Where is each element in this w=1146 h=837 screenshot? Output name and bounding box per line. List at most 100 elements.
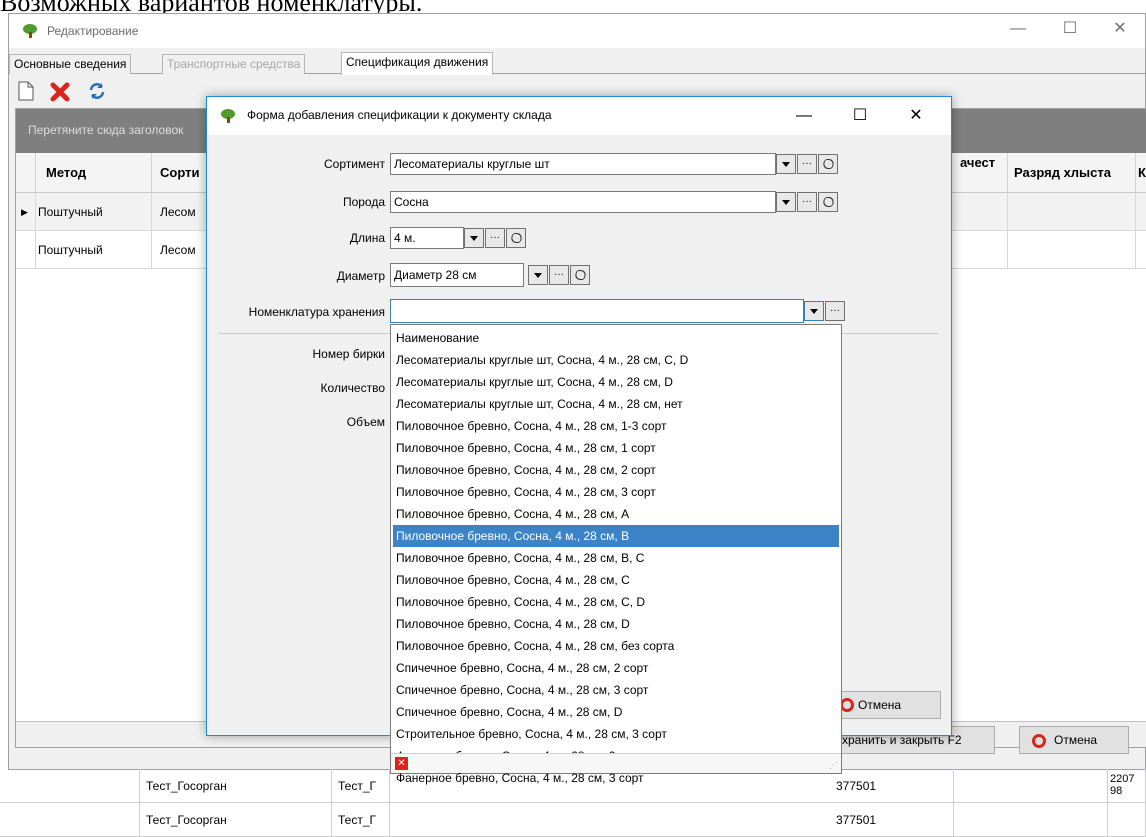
cancel-icon	[1032, 733, 1046, 748]
maximize-icon[interactable]: ☐	[837, 101, 883, 131]
eraser-icon[interactable]	[818, 192, 838, 212]
outer-title-bar: Редактирование — ☐ ✕	[9, 14, 1145, 48]
toolbar	[9, 77, 209, 107]
refresh-icon[interactable]	[87, 81, 109, 103]
dropdown-item[interactable]: Пиловочное бревно, Сосна, 4 м., 28 см, C	[393, 569, 839, 591]
column-header-trunk-grade[interactable]: Разряд хлыста	[1008, 153, 1136, 193]
bg-cell	[954, 803, 1108, 837]
tab-bar: Основные сведения Транспортные средства …	[9, 52, 1145, 75]
dialog-cancel-button[interactable]: Отмена	[825, 691, 941, 719]
chevron-down-icon[interactable]	[528, 265, 548, 285]
resize-grip-icon[interactable]: ⋰	[829, 760, 838, 771]
dropdown-item[interactable]: Пиловочное бревно, Сосна, 4 м., 28 см, B…	[393, 547, 839, 569]
tree-icon	[221, 109, 235, 123]
dropdown-item[interactable]: Лесоматериалы круглые шт, Сосна, 4 м., 2…	[393, 371, 839, 393]
dropdown-item[interactable]: Пиловочное бревно, Сосна, 4 м., 28 см, 3…	[393, 481, 839, 503]
cell-quality	[960, 193, 1008, 231]
bg-cell	[954, 769, 1108, 803]
sortiment-select[interactable]: Лесоматериалы круглые шт	[390, 153, 776, 175]
cell-method: Поштучный	[36, 231, 152, 269]
row-indicator	[16, 231, 36, 269]
nomenklatura-label: Номенклатура хранения	[248, 305, 385, 319]
eraser-icon[interactable]	[818, 154, 838, 174]
bg-cell	[1108, 803, 1146, 837]
cell-trunk-grade	[1008, 193, 1136, 231]
bg-cell-number: 377501	[830, 803, 954, 837]
diametr-select[interactable]: Диаметр 28 см	[390, 263, 524, 287]
close-icon[interactable]: ✕	[1097, 14, 1143, 44]
dialog-title-bar: Форма добавления спецификации к документ…	[207, 97, 951, 135]
background-row: Тест_Госорган Тест_Г 377501	[0, 803, 1146, 837]
minimize-icon[interactable]: —	[995, 14, 1041, 44]
dropdown-item[interactable]: Строительное бревно, Сосна, 4 м., 28 см,…	[393, 723, 839, 745]
bg-cell-number: 377501	[830, 769, 954, 803]
tab-vehicles[interactable]: Транспортные средства	[162, 54, 306, 74]
tree-icon	[23, 24, 37, 38]
new-document-icon[interactable]	[17, 81, 39, 103]
dropdown-item[interactable]: Пиловочное бревно, Сосна, 4 м., 28 см, б…	[393, 635, 839, 657]
maximize-icon[interactable]: ☐	[1047, 14, 1093, 44]
poroda-select[interactable]: Сосна	[390, 191, 776, 213]
dropdown-item[interactable]: Пиловочное бревно, Сосна, 4 м., 28 см, A	[393, 503, 839, 525]
nomenklatura-select[interactable]	[390, 299, 804, 323]
dropdown-item[interactable]: Пиловочное бревно, Сосна, 4 м., 28 см, 1…	[393, 415, 839, 437]
cancel-button[interactable]: Отмена	[1019, 726, 1129, 754]
bg-cell	[0, 803, 140, 837]
dropdown-item[interactable]: Спичечное бревно, Сосна, 4 м., 28 см, D	[393, 701, 839, 723]
dropdown-item[interactable]: Пиловочное бревно, Сосна, 4 м., 28 см, 1…	[393, 437, 839, 459]
dropdown-footer: ✕ ⋰	[391, 753, 841, 773]
nomer-birki-label: Номер бирки	[312, 347, 385, 361]
bg-cell-code: 2207 98	[1108, 769, 1146, 803]
dlina-select[interactable]: 4 м.	[390, 227, 464, 249]
chevron-down-icon[interactable]	[776, 154, 796, 174]
eraser-icon[interactable]	[506, 228, 526, 248]
tab-movement-spec[interactable]: Спецификация движения	[341, 52, 494, 75]
nomenklatura-dropdown: Наименование Лесоматериалы круглые шт, С…	[390, 324, 842, 785]
diametr-label: Диаметр	[336, 269, 385, 283]
bg-cell-test: Тест_Г	[332, 803, 390, 837]
column-header-method[interactable]: Метод	[36, 153, 152, 193]
eraser-icon[interactable]	[570, 265, 590, 285]
dropdown-item[interactable]: Спичечное бревно, Сосна, 4 м., 28 см, 2 …	[393, 657, 839, 679]
minimize-icon[interactable]: —	[781, 101, 827, 131]
tab-main-info[interactable]: Основные сведения	[9, 54, 132, 74]
column-header-quality[interactable]: ачест	[960, 153, 1008, 193]
chevron-down-icon[interactable]	[464, 228, 484, 248]
ellipsis-icon[interactable]: ···	[485, 228, 505, 248]
cancel-label: Отмена	[1054, 733, 1098, 747]
kolichestvo-label: Количество	[320, 381, 385, 395]
chevron-down-icon[interactable]	[804, 301, 824, 321]
ellipsis-icon[interactable]: ···	[825, 301, 845, 321]
dropdown-item[interactable]: Лесоматериалы круглые шт, Сосна, 4 м., 2…	[393, 393, 839, 415]
ellipsis-icon[interactable]: ···	[797, 192, 817, 212]
sortiment-label: Сортимент	[324, 157, 385, 171]
ellipsis-icon[interactable]: ···	[797, 154, 817, 174]
dlina-label: Длина	[349, 231, 385, 245]
dialog-title: Форма добавления спецификации к документ…	[247, 108, 552, 122]
outer-window-title: Редактирование	[47, 24, 139, 38]
ellipsis-icon[interactable]: ···	[549, 265, 569, 285]
cell-method: Поштучный	[36, 193, 152, 231]
dropdown-item[interactable]: Лесоматериалы круглые шт, Сосна, 4 м., 2…	[393, 349, 839, 371]
delete-icon[interactable]	[49, 81, 71, 103]
dialog-cancel-label: Отмена	[858, 698, 902, 712]
bg-cell-organ: Тест_Госорган	[140, 769, 332, 803]
cell-trunk-grade	[1008, 231, 1136, 269]
close-icon[interactable]: ✕	[893, 101, 939, 131]
bg-cell-organ: Тест_Госорган	[140, 803, 332, 837]
poroda-label: Порода	[342, 195, 385, 209]
chevron-down-icon[interactable]	[776, 192, 796, 212]
bg-cell	[0, 769, 140, 803]
column-header-k[interactable]: К	[1136, 153, 1146, 193]
dropdown-item[interactable]: Пиловочное бревно, Сосна, 4 м., 28 см, 2…	[393, 459, 839, 481]
dropdown-item[interactable]: Пиловочное бревно, Сосна, 4 м., 28 см, D	[393, 613, 839, 635]
dropdown-item[interactable]: Спичечное бревно, Сосна, 4 м., 28 см, 3 …	[393, 679, 839, 701]
row-indicator-header	[16, 153, 36, 193]
bg-cell-test: Тест_Г	[332, 769, 390, 803]
obem-label: Объем	[346, 415, 385, 429]
dropdown-item[interactable]: Пиловочное бревно, Сосна, 4 м., 28 см, C…	[393, 591, 839, 613]
close-icon[interactable]: ✕	[395, 757, 408, 770]
cell-quality	[960, 231, 1008, 269]
dropdown-header: Наименование	[396, 331, 480, 345]
dropdown-item[interactable]: Пиловочное бревно, Сосна, 4 м., 28 см, B	[393, 525, 839, 547]
